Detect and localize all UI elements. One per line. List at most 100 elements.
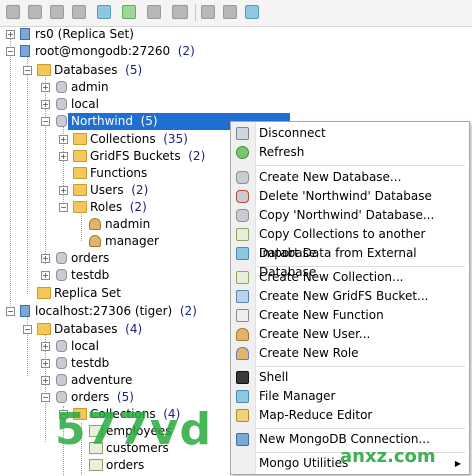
menu-item-delete-database[interactable]: Delete 'Northwind' Database bbox=[231, 187, 469, 206]
node-label: GridFS Buckets bbox=[90, 149, 181, 163]
menu-item-label: Mongo Utilities bbox=[259, 456, 349, 470]
collapse-icon[interactable]: − bbox=[23, 325, 32, 334]
expand-icon[interactable]: + bbox=[41, 342, 50, 351]
node-count: (4) bbox=[163, 407, 181, 421]
expand-icon[interactable]: + bbox=[59, 152, 68, 161]
collection-copy-icon bbox=[236, 228, 249, 241]
collection-icon[interactable] bbox=[223, 5, 237, 19]
menu-item-disconnect[interactable]: Disconnect bbox=[231, 124, 469, 143]
toolbar bbox=[0, 0, 472, 27]
node-label: Roles bbox=[90, 200, 123, 214]
node-count: (5) bbox=[125, 63, 143, 77]
menu-separator bbox=[257, 366, 465, 367]
expand-icon[interactable]: + bbox=[41, 359, 50, 368]
collapse-icon[interactable]: − bbox=[41, 117, 50, 126]
node-count: (2) bbox=[188, 149, 206, 163]
menu-item-file-manager[interactable]: File Manager bbox=[231, 387, 469, 406]
node-count: (2) bbox=[177, 44, 195, 58]
menu-item-refresh[interactable]: Refresh bbox=[231, 143, 469, 162]
node-label: Databases bbox=[54, 322, 118, 336]
collection-add-icon bbox=[236, 271, 249, 284]
node-label: rs0 (Replica Set) bbox=[35, 27, 134, 41]
menu-item-create-role[interactable]: Create New Role bbox=[231, 344, 469, 363]
collapse-icon[interactable]: − bbox=[59, 203, 68, 212]
database-copy-icon bbox=[236, 209, 249, 222]
database-icon bbox=[56, 340, 67, 352]
collapse-icon[interactable]: − bbox=[6, 307, 15, 316]
user-icon[interactable] bbox=[245, 5, 259, 19]
collapse-icon[interactable]: − bbox=[6, 47, 15, 56]
collection-icon bbox=[89, 459, 103, 471]
expand-icon[interactable]: + bbox=[41, 254, 50, 263]
console-icon[interactable] bbox=[172, 5, 188, 19]
menu-item-create-function[interactable]: Create New Function bbox=[231, 306, 469, 325]
menu-item-create-gridfs[interactable]: Create New GridFS Bucket... bbox=[231, 287, 469, 306]
menu-item-label: Map-Reduce Editor bbox=[259, 408, 373, 422]
menu-item-create-user[interactable]: Create New User... bbox=[231, 325, 469, 344]
menu-item-copy-collections[interactable]: Copy Collections to another Database bbox=[231, 225, 469, 260]
new-icon[interactable] bbox=[201, 5, 215, 19]
gridfs-icon bbox=[236, 290, 249, 303]
node-label: local bbox=[71, 339, 99, 353]
menu-item-create-database[interactable]: Create New Database... bbox=[231, 168, 469, 187]
menu-item-label: Create New GridFS Bucket... bbox=[259, 289, 429, 303]
node-label: Users bbox=[90, 183, 124, 197]
refresh-icon[interactable] bbox=[50, 5, 64, 19]
connection-icon bbox=[236, 433, 249, 446]
edit-icon[interactable] bbox=[72, 5, 86, 19]
role-icon bbox=[89, 218, 101, 230]
collapse-icon[interactable]: − bbox=[23, 66, 32, 75]
node-label: manager bbox=[105, 234, 159, 248]
menu-separator bbox=[257, 266, 465, 267]
expand-icon[interactable]: + bbox=[41, 100, 50, 109]
menu-item-import-data[interactable]: Import Data from External Database bbox=[231, 244, 469, 279]
folder-icon bbox=[73, 150, 87, 162]
disconnect-icon[interactable] bbox=[28, 5, 42, 19]
menu-item-new-connection[interactable]: New MongoDB Connection... bbox=[231, 430, 469, 449]
map-reduce-icon bbox=[236, 409, 249, 422]
node-label: local bbox=[71, 97, 99, 111]
menu-item-map-reduce[interactable]: Map-Reduce Editor bbox=[231, 406, 469, 425]
file-manager-icon bbox=[236, 390, 249, 403]
node-label: Replica Set bbox=[54, 286, 121, 300]
expand-icon[interactable]: + bbox=[41, 83, 50, 92]
node-count: (5) bbox=[140, 114, 158, 128]
menu-separator bbox=[257, 165, 465, 166]
collapse-icon[interactable]: − bbox=[41, 393, 50, 402]
submenu-arrow-icon: ▶ bbox=[454, 459, 461, 468]
expand-icon[interactable]: + bbox=[59, 135, 68, 144]
sync-icon[interactable] bbox=[122, 5, 136, 19]
expand-icon[interactable]: + bbox=[41, 376, 50, 385]
disconnect-icon bbox=[236, 127, 249, 140]
database-icon bbox=[56, 98, 67, 110]
menu-item-label: Create New Role bbox=[259, 346, 359, 360]
database-icon bbox=[56, 357, 67, 369]
database-icon bbox=[56, 115, 67, 127]
menu-item-shell[interactable]: Shell bbox=[231, 368, 469, 387]
menu-item-create-collection[interactable]: Create New Collection... bbox=[231, 268, 469, 287]
node-label: nadmin bbox=[105, 217, 151, 231]
menu-item-mongo-utilities[interactable]: Mongo Utilities ▶ bbox=[231, 454, 469, 473]
node-label: root@mongodb:27260 bbox=[35, 44, 171, 58]
expand-icon[interactable]: + bbox=[6, 30, 15, 39]
node-label: localhost:27306 (tiger) bbox=[35, 304, 173, 318]
menu-item-copy-database[interactable]: Copy 'Northwind' Database... bbox=[231, 206, 469, 225]
expand-icon[interactable]: + bbox=[59, 186, 68, 195]
user-add-icon bbox=[236, 328, 249, 341]
database-icon bbox=[56, 391, 67, 403]
menu-item-label: Copy 'Northwind' Database... bbox=[259, 208, 435, 222]
script-icon[interactable] bbox=[147, 5, 161, 19]
folder-icon bbox=[73, 408, 87, 420]
folder-icon bbox=[37, 287, 51, 299]
menu-item-label: Shell bbox=[259, 370, 289, 384]
collapse-icon[interactable]: − bbox=[59, 410, 68, 419]
shell-icon[interactable] bbox=[97, 5, 111, 19]
menu-item-label: Delete 'Northwind' Database bbox=[259, 189, 432, 203]
connect-icon[interactable] bbox=[6, 5, 20, 19]
menu-item-label: New MongoDB Connection... bbox=[259, 432, 430, 446]
node-label: Collections bbox=[90, 132, 156, 146]
expand-icon[interactable]: + bbox=[41, 271, 50, 280]
node-label: orders bbox=[71, 390, 110, 404]
node-count: (2) bbox=[131, 183, 149, 197]
toolbar-separator bbox=[195, 4, 196, 21]
